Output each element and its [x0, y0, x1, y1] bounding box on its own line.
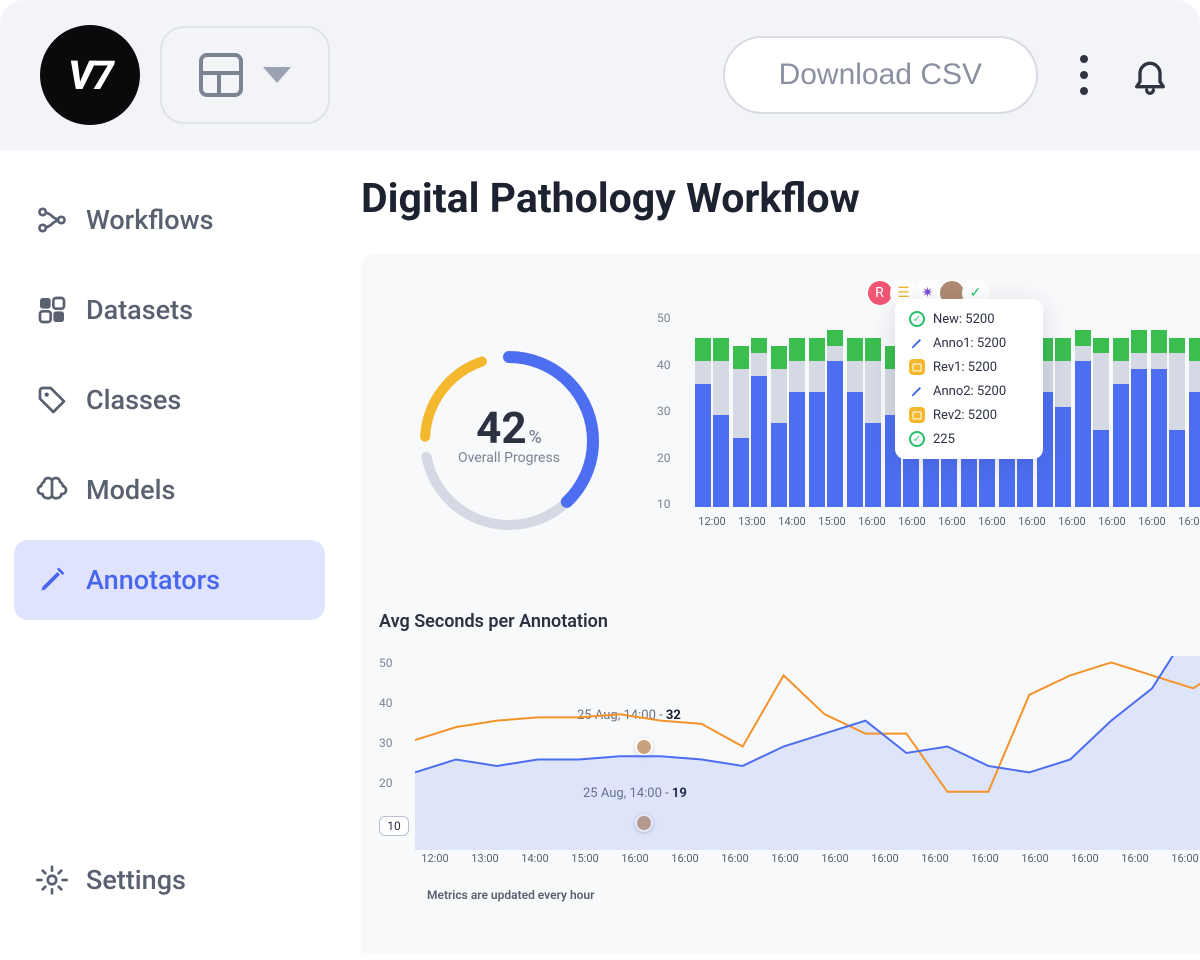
line-chart: 5040302010 25 Aug, 14:00 - 32 25 Aug, 14… — [379, 656, 1200, 866]
sidebar-item-label: Workflows — [86, 204, 214, 236]
sidebar-item-label: Settings — [86, 864, 186, 896]
sidebar-item-label: Models — [86, 474, 175, 506]
sidebar-item-label: Classes — [86, 384, 181, 416]
sidebar-item-classes[interactable]: Classes — [14, 360, 325, 440]
line-chart-title: Avg Seconds per Annotation — [379, 611, 1200, 632]
grid-icon — [36, 294, 68, 326]
logo[interactable]: V7 — [40, 25, 140, 125]
layout-dropdown[interactable] — [160, 26, 330, 124]
sidebar: Workflows Datasets Classes Models — [0, 150, 337, 960]
workflow-icon — [36, 204, 68, 236]
page-title: Digital Pathology Workflow — [361, 175, 1200, 223]
download-csv-button[interactable]: Download CSV — [723, 36, 1038, 114]
main: Digital Pathology Workflow R ☰ ✷ ✓ — [337, 150, 1200, 960]
metrics-footer-note: Metrics are updated every hour — [427, 888, 1200, 902]
sidebar-item-label: Annotators — [86, 564, 220, 596]
pen-icon — [36, 564, 68, 596]
sidebar-item-workflows[interactable]: Workflows — [14, 180, 325, 260]
sidebar-item-datasets[interactable]: Datasets — [14, 270, 325, 350]
stage-avatars: R ☰ ✷ ✓ — [379, 279, 1200, 307]
dashboard-panel: R ☰ ✷ ✓ — [361, 253, 1200, 953]
sidebar-item-annotators[interactable]: Annotators — [14, 540, 325, 620]
brain-icon — [36, 474, 68, 506]
progress-value: 42 — [476, 402, 527, 454]
stacked-bar-chart: 5040302010 12:0013:0014:0015:0016:0016:0… — [657, 311, 1200, 571]
gear-icon — [36, 864, 68, 896]
bell-icon[interactable] — [1130, 53, 1170, 97]
layout-icon — [199, 53, 243, 97]
percent-sign: % — [529, 427, 542, 448]
header: V7 Download CSV — [0, 0, 1200, 150]
logo-text: V7 — [68, 52, 112, 99]
chevron-down-icon — [263, 67, 291, 83]
sidebar-item-label: Datasets — [86, 294, 193, 326]
sidebar-item-models[interactable]: Models — [14, 450, 325, 530]
line-chart-block: Avg Seconds per Annotation 5040302010 25… — [379, 611, 1200, 902]
tag-icon — [36, 384, 68, 416]
more-menu-button[interactable] — [1074, 49, 1094, 101]
overall-progress: 42% Overall Progress — [379, 311, 639, 571]
progress-label: Overall Progress — [414, 450, 604, 466]
bar-tooltip: ✓New: 5200Anno1: 5200Rev1: 5200Anno2: 52… — [895, 299, 1043, 459]
sidebar-item-settings[interactable]: Settings — [14, 840, 325, 920]
